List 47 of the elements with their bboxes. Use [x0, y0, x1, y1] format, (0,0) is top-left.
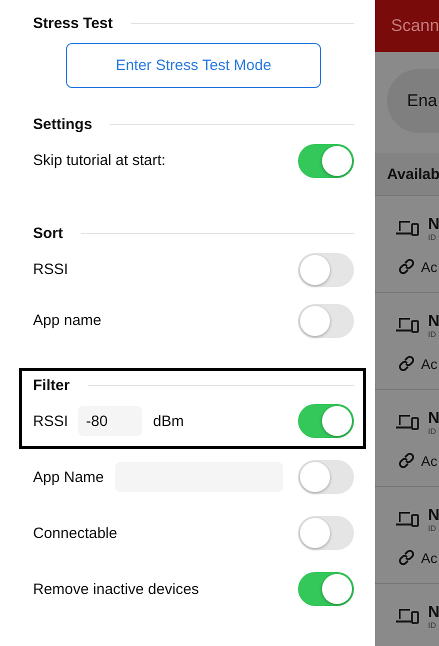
toggle-switch[interactable] [298, 252, 354, 286]
device-name: N [428, 507, 439, 524]
devices-icon [395, 316, 419, 334]
setting-label: RSSI [33, 412, 68, 430]
enable-button[interactable]: Ena [387, 69, 439, 133]
setting-label: RSSI [33, 261, 68, 278]
screen-title: Scann [391, 16, 439, 36]
setting-label: Remove inactive devices [33, 580, 199, 598]
device-id: ID [428, 427, 437, 436]
section-title: Filter [33, 376, 70, 394]
devices-icon [395, 607, 419, 625]
device-name: N [428, 410, 439, 427]
action-label[interactable]: Ac [421, 452, 438, 468]
device-name: N [428, 216, 439, 233]
section-title: Sort [33, 224, 63, 242]
device-id: ID [428, 233, 437, 242]
toggle-switch[interactable] [298, 516, 354, 550]
toggle-switch[interactable] [298, 144, 354, 178]
setting-label: App Name [33, 468, 104, 486]
devices-icon [395, 219, 419, 237]
toggle-switch[interactable] [298, 460, 354, 494]
link-icon [398, 355, 415, 372]
setting-label: App name [33, 312, 102, 329]
action-label[interactable]: Ac [421, 550, 438, 566]
device-id: ID [428, 621, 437, 630]
setting-label: Connectable [33, 524, 118, 542]
stress-test-button[interactable]: Enter Stress Test Mode [66, 43, 321, 88]
link-icon [398, 549, 415, 566]
link-icon [398, 258, 415, 275]
device-name: N [428, 604, 439, 621]
devices-icon [395, 510, 419, 528]
link-icon [398, 452, 415, 469]
device-id: ID [428, 330, 437, 339]
action-label[interactable]: Ac [421, 258, 438, 274]
section-title: Settings [33, 116, 92, 132]
section-title: Availab [387, 166, 439, 182]
toggle-switch[interactable] [298, 304, 354, 338]
unit-label: dBm [153, 412, 184, 430]
devices-icon [395, 413, 419, 431]
setting-label: Skip tutorial at start: [33, 152, 166, 169]
device-id: ID [428, 524, 437, 533]
action-label[interactable]: Ac [421, 356, 438, 372]
toggle-switch[interactable] [298, 572, 354, 606]
device-name: N [428, 313, 439, 330]
rssi-field[interactable]: -80 [78, 406, 142, 436]
section-title: Stress Test [33, 14, 113, 32]
toggle-switch[interactable] [298, 404, 354, 438]
